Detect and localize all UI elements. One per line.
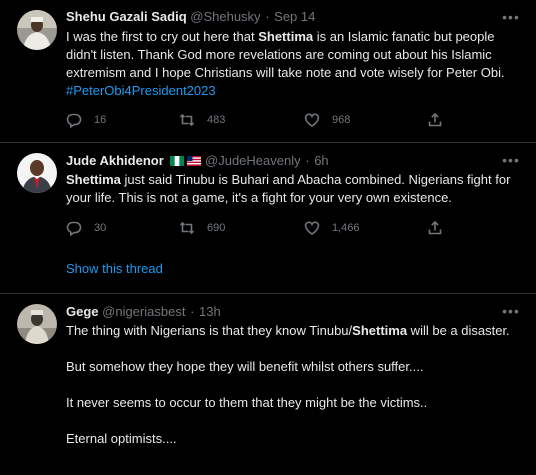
tweet-text: The thing with Nigerians is that they kn… xyxy=(66,322,524,448)
separator-dot: · xyxy=(265,9,270,24)
avatar[interactable] xyxy=(17,10,57,50)
reply-button[interactable]: 30 xyxy=(66,219,106,237)
more-icon[interactable]: ••• xyxy=(502,304,520,322)
hashtag-link[interactable]: #PeterObi4President2023 xyxy=(66,83,216,98)
tweet-text-part: I was the first to cry out here that xyxy=(66,29,259,44)
tweet[interactable]: Shehu Gazali Sadiq @Shehusky · Sep 14 ••… xyxy=(0,0,536,143)
retweet-icon xyxy=(179,221,195,235)
like-count: 968 xyxy=(332,114,351,126)
share-icon xyxy=(428,112,442,127)
tweet-paragraph: The thing with Nigerians is that they kn… xyxy=(66,322,524,340)
tweet-time[interactable]: 6h xyxy=(314,153,328,168)
reply-icon xyxy=(66,113,82,128)
tweet-paragraph: Eternal optimists.... xyxy=(66,431,177,446)
highlighted-term: Shettima xyxy=(258,29,314,44)
tweet-header: Gege @nigeriasbest · 13h xyxy=(66,304,221,320)
like-icon xyxy=(304,221,320,235)
more-icon[interactable]: ••• xyxy=(502,153,520,171)
avatar[interactable] xyxy=(17,304,57,344)
more-icon[interactable]: ••• xyxy=(502,10,520,28)
separator-dot: · xyxy=(305,153,310,168)
like-button[interactable]: 968 xyxy=(304,111,350,129)
tweet-text-part: will be a disaster. xyxy=(407,323,510,338)
tweet-time[interactable]: 13h xyxy=(199,304,221,319)
tweet-actions: 16 483 968 xyxy=(66,111,496,129)
tweet-paragraph: But somehow they hope they will benefit … xyxy=(66,359,424,374)
reply-button[interactable]: 16 xyxy=(66,111,106,129)
tweet-actions: 30 690 1,466 xyxy=(66,219,496,237)
tweet-paragraph: It never seems to occur to them that the… xyxy=(66,395,428,410)
tweet-text-part: just said Tinubu is Buhari and Abacha co… xyxy=(66,172,511,205)
share-button[interactable] xyxy=(427,111,443,129)
tweet[interactable]: Gege @nigeriasbest · 13h ••• The thing w… xyxy=(0,294,536,475)
tweet-header: Jude Akhidenor @JudeHeavenly · 6h xyxy=(66,153,329,169)
retweet-icon xyxy=(179,113,195,127)
author-handle[interactable]: @nigeriasbest xyxy=(102,304,185,319)
highlighted-term: Shettima xyxy=(352,323,408,338)
retweet-button[interactable]: 690 xyxy=(179,219,225,237)
separator-dot: · xyxy=(190,304,195,319)
like-button[interactable]: 1,466 xyxy=(304,219,360,237)
tweet-text-part: The thing with Nigerians is that they kn… xyxy=(66,323,353,338)
tweet-time[interactable]: Sep 14 xyxy=(274,9,315,24)
share-icon xyxy=(428,220,442,235)
nigeria-flag-icon xyxy=(170,156,185,166)
share-button[interactable] xyxy=(427,219,443,237)
tweet-header: Shehu Gazali Sadiq @Shehusky · Sep 14 xyxy=(66,9,315,25)
tweet[interactable]: Jude Akhidenor @JudeHeavenly · 6h ••• Sh… xyxy=(0,143,536,294)
author-name[interactable]: Shehu Gazali Sadiq xyxy=(66,9,187,24)
retweet-count: 483 xyxy=(207,114,226,126)
retweet-button[interactable]: 483 xyxy=(179,111,225,129)
author-handle[interactable]: @JudeHeavenly xyxy=(205,153,301,168)
author-handle[interactable]: @Shehusky xyxy=(190,9,260,24)
tweet-text: Shettima just said Tinubu is Buhari and … xyxy=(66,171,524,207)
like-icon xyxy=(304,113,320,127)
reply-icon xyxy=(66,221,82,236)
avatar[interactable] xyxy=(17,153,57,193)
author-name[interactable]: Jude Akhidenor xyxy=(66,153,164,168)
liberia-flag-icon xyxy=(187,156,202,166)
reply-count: 30 xyxy=(94,222,107,234)
like-count: 1,466 xyxy=(332,222,360,234)
tweet-text: I was the first to cry out here that She… xyxy=(66,28,524,100)
author-name[interactable]: Gege xyxy=(66,304,99,319)
retweet-count: 690 xyxy=(207,222,226,234)
reply-count: 16 xyxy=(94,114,107,126)
highlighted-term: Shettima xyxy=(66,172,121,187)
show-thread-link[interactable]: Show this thread xyxy=(66,261,163,276)
